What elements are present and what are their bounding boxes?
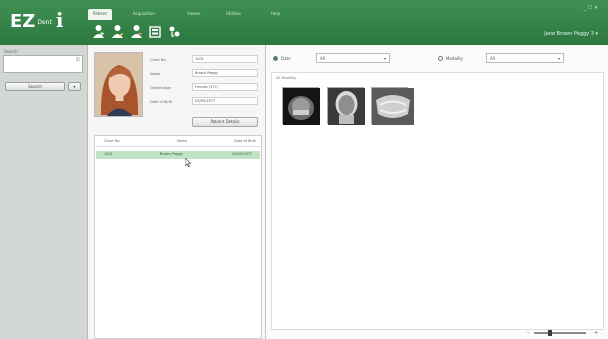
chevron-down-icon: ▾ — [383, 56, 386, 61]
date-radio-label: Date — [281, 56, 291, 61]
modality-select[interactable]: All ▾ — [486, 53, 564, 63]
tab-acquisition[interactable]: Acquisition — [128, 9, 160, 19]
date-select[interactable]: All ▾ — [316, 53, 390, 63]
edit-patient-icon[interactable] — [111, 24, 124, 39]
dob-value: 03/05/1977 — [192, 97, 258, 105]
row-chart-no[interactable]: 1001 — [104, 152, 113, 156]
chart-no-label: Chart No. — [150, 58, 167, 62]
mouse-cursor-icon — [184, 157, 192, 170]
tab-patient[interactable]: Patient — [88, 9, 112, 20]
zoom-out-button[interactable]: – — [527, 330, 530, 336]
merge-icon[interactable] — [168, 24, 181, 39]
name-value: Brown Peggy — [192, 69, 258, 77]
window-controls[interactable]: _ ☐ ✕ — [584, 5, 598, 11]
search-label: Search — [4, 49, 18, 54]
patient-list — [94, 135, 262, 339]
new-patient-icon[interactable] — [92, 24, 105, 39]
search-button[interactable]: Search — [5, 82, 65, 91]
modality-radio[interactable] — [438, 56, 443, 61]
tab-utilities[interactable]: Utilities — [221, 9, 246, 19]
tab-help[interactable]: Help — [266, 9, 285, 19]
app-subname: Dent — [37, 18, 52, 26]
patient-photo — [94, 52, 143, 117]
cbct-3d-thumbnail[interactable] — [282, 87, 320, 125]
export-icon[interactable] — [149, 24, 162, 39]
modality-select-value: All — [490, 56, 495, 61]
dob-label: Date of Birth — [150, 100, 173, 104]
column-header-name[interactable]: Name — [177, 139, 187, 143]
row-name[interactable]: Brown Peggy — [160, 152, 183, 156]
modality-radio-label: Modality — [446, 56, 464, 61]
zoom-slider-handle[interactable] — [548, 330, 553, 336]
date-radio[interactable] — [273, 56, 278, 61]
tab-viewer[interactable]: Viewer — [182, 9, 206, 19]
image-thumbnail-area — [271, 72, 604, 330]
ceph-thumbnail[interactable] — [327, 87, 365, 125]
column-header-chart-no[interactable]: Chart No. — [104, 139, 121, 143]
row-dob[interactable]: 03/05/1977 — [232, 152, 252, 156]
date-select-value: All — [320, 56, 325, 61]
zoom-in-button[interactable]: + — [594, 330, 598, 336]
chevron-down-icon: ▾ — [557, 56, 560, 61]
app-name: EZ — [10, 11, 36, 32]
gender-age-label: Gender/Age — [150, 86, 171, 90]
app-logo: EZ Dent i — [10, 8, 63, 32]
delete-patient-icon[interactable] — [130, 24, 143, 39]
zoom-slider-track[interactable] — [534, 332, 586, 334]
patient-details-button[interactable]: Patient Details — [192, 117, 258, 127]
app-suffix: i — [55, 8, 64, 32]
name-label: Name — [150, 72, 161, 76]
chart-no-value: 1001 — [192, 55, 258, 63]
column-header-dob[interactable]: Date of Birth — [234, 139, 256, 143]
user-menu[interactable]: Jane Brown Peggy 3 ▾ — [544, 31, 598, 37]
list-header-divider — [96, 146, 260, 147]
panoramic-thumbnail[interactable] — [371, 87, 414, 125]
gender-age-value: Female (37Y) — [192, 83, 258, 91]
search-input[interactable]: ID — [3, 55, 83, 73]
viewer-caption: All Modality — [276, 76, 297, 80]
search-options-button[interactable]: ▾ — [68, 82, 81, 91]
